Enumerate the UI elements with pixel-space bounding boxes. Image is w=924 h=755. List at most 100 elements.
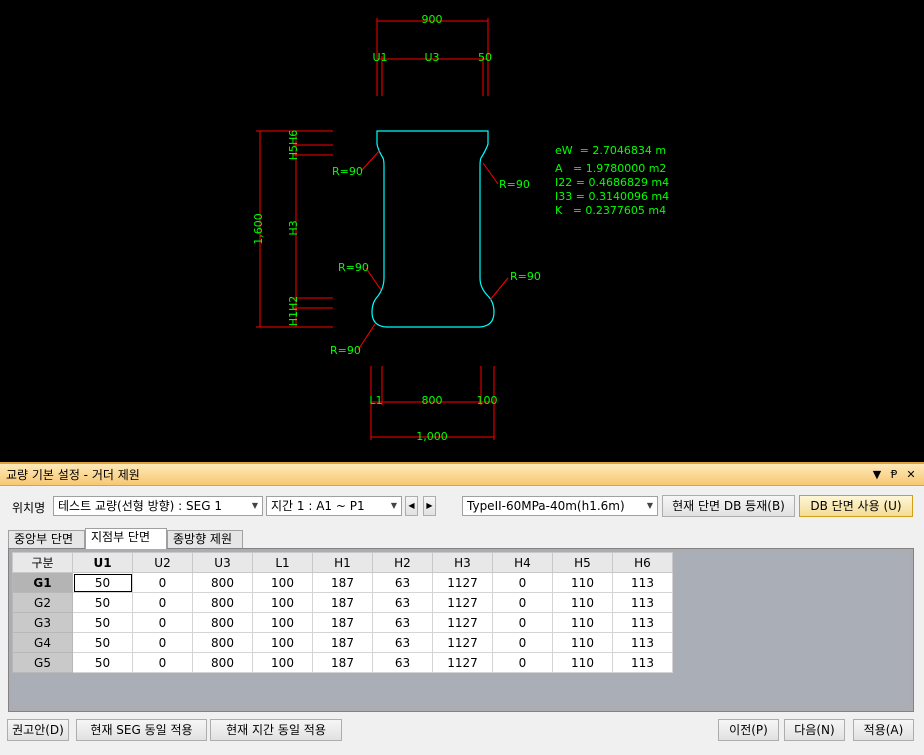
panel-titlebar[interactable]: 교량 기본 설정 - 거더 제원 ▼ Ᵽ ✕ (0, 464, 924, 486)
top-mid-label: U3 (424, 51, 439, 64)
table-cell[interactable]: 50 (72, 572, 133, 593)
table-cell[interactable]: 100 (252, 652, 313, 673)
table-cell[interactable]: 110 (552, 632, 613, 653)
table-cell[interactable]: 113 (612, 572, 673, 593)
location-label: 위치명 (12, 501, 46, 515)
table-cell[interactable]: 1127 (432, 572, 493, 593)
table-cell[interactable]: 187 (312, 652, 373, 673)
table-cell[interactable]: 187 (312, 572, 373, 593)
table-cell[interactable]: 1127 (432, 632, 493, 653)
table-cell[interactable]: 100 (252, 572, 313, 593)
row-header[interactable]: G4 (12, 632, 73, 653)
prev-button[interactable]: 이전(P) (718, 719, 779, 741)
recommend-button[interactable]: 권고안(D) (7, 719, 69, 741)
apply-seg-button[interactable]: 현재 SEG 동일 적용 (76, 719, 207, 741)
tab-center-section[interactable]: 중앙부 단면 (8, 530, 85, 548)
table-cell[interactable]: 113 (612, 612, 673, 633)
table-cell[interactable]: 187 (312, 612, 373, 633)
column-header[interactable]: 구분 (12, 552, 73, 573)
column-header[interactable]: U3 (192, 552, 253, 573)
girder-section-drawing: 900 U1 U3 50 1,600 H5H6 H3 H1H2 R=90 R=9… (252, 13, 669, 443)
table-cell[interactable]: 0 (492, 632, 553, 653)
bottom-left-label: L1 (369, 394, 382, 407)
table-cell[interactable]: 0 (492, 612, 553, 633)
table-cell[interactable]: 0 (132, 612, 193, 633)
tab-support-section[interactable]: 지점부 단면 (85, 528, 167, 549)
table-cell[interactable]: 63 (372, 592, 433, 613)
table-cell[interactable]: 800 (192, 572, 253, 593)
column-header[interactable]: U1 (72, 552, 133, 573)
table-cell[interactable]: 800 (192, 632, 253, 653)
table-cell[interactable]: 187 (312, 592, 373, 613)
bottom-width-label: 1,000 (416, 430, 448, 443)
row-header[interactable]: G5 (12, 652, 73, 673)
location-select[interactable]: 테스트 교량(선형 방향) : SEG 1 ▼ (53, 496, 263, 516)
apply-span-button[interactable]: 현재 지간 동일 적용 (210, 719, 342, 741)
table-cell[interactable]: 110 (552, 572, 613, 593)
table-cell[interactable]: 800 (192, 592, 253, 613)
girder-settings-panel: 교량 기본 설정 - 거더 제원 ▼ Ᵽ ✕ 위치명 테스트 교량(선형 방향)… (0, 462, 924, 755)
table-cell[interactable]: 0 (132, 632, 193, 653)
table-cell[interactable]: 50 (72, 632, 133, 653)
column-header[interactable]: H6 (612, 552, 673, 573)
table-cell[interactable]: 0 (492, 652, 553, 673)
section-drawing-canvas[interactable]: 900 U1 U3 50 1,600 H5H6 H3 H1H2 R=90 R=9… (0, 0, 924, 462)
row-header[interactable]: G3 (12, 612, 73, 633)
table-cell[interactable]: 113 (612, 632, 673, 653)
lower-h-labels: H1H2 (287, 296, 300, 327)
chevron-down-icon: ▼ (390, 501, 398, 510)
action-bar: 권고안(D) 현재 SEG 동일 적용 현재 지간 동일 적용 이전(P) 다음… (0, 719, 924, 743)
table-cell[interactable]: 63 (372, 652, 433, 673)
tab-longitudinal[interactable]: 종방향 제원 (167, 530, 243, 548)
table-cell[interactable]: 113 (612, 592, 673, 613)
table-cell[interactable]: 110 (552, 652, 613, 673)
table-cell[interactable]: 1127 (432, 612, 493, 633)
column-header[interactable]: L1 (252, 552, 313, 573)
db-use-button[interactable]: DB 단면 사용 (U) (799, 495, 913, 517)
span-next-button[interactable]: ▶ (423, 496, 436, 516)
column-header[interactable]: H2 (372, 552, 433, 573)
table-cell[interactable]: 50 (72, 652, 133, 673)
table-cell[interactable]: 0 (492, 572, 553, 593)
table-cell[interactable]: 100 (252, 592, 313, 613)
table-cell[interactable]: 187 (312, 632, 373, 653)
table-cell[interactable]: 1127 (432, 652, 493, 673)
table-cell[interactable]: 800 (192, 612, 253, 633)
table-cell[interactable]: 100 (252, 612, 313, 633)
table-cell[interactable]: 50 (72, 612, 133, 633)
table-cell[interactable]: 110 (552, 592, 613, 613)
table-cell[interactable]: 0 (492, 592, 553, 613)
next-button[interactable]: 다음(N) (784, 719, 845, 741)
table-cell[interactable]: 0 (132, 652, 193, 673)
column-header[interactable]: H4 (492, 552, 553, 573)
apply-button[interactable]: 적용(A) (853, 719, 914, 741)
table-cell[interactable]: 113 (612, 652, 673, 673)
radius-label-2: R=90 (499, 178, 530, 191)
table-cell[interactable]: 50 (72, 592, 133, 613)
dropdown-icon[interactable]: ▼ (870, 468, 884, 481)
table-cell[interactable]: 100 (252, 632, 313, 653)
table-cell[interactable]: 63 (372, 612, 433, 633)
table-cell[interactable]: 1127 (432, 592, 493, 613)
column-header[interactable]: H3 (432, 552, 493, 573)
row-header[interactable]: G1 (12, 572, 73, 593)
span-select[interactable]: 지간 1 : A1 ~ P1 ▼ (266, 496, 402, 516)
section-type-value: TypeII-60MPa-40m(h1.6m) (467, 499, 625, 513)
span-prev-button[interactable]: ◀ (405, 496, 418, 516)
column-header[interactable]: H1 (312, 552, 373, 573)
table-cell[interactable]: 63 (372, 632, 433, 653)
column-header[interactable]: H5 (552, 552, 613, 573)
pin-icon[interactable]: Ᵽ (887, 468, 901, 481)
top-left-label: U1 (372, 51, 387, 64)
column-header[interactable]: U2 (132, 552, 193, 573)
table-row: G3 50 0 800 100 187 63 1127 0 110 113 (12, 612, 673, 633)
table-cell[interactable]: 0 (132, 572, 193, 593)
row-header[interactable]: G2 (12, 592, 73, 613)
table-cell[interactable]: 0 (132, 592, 193, 613)
table-cell[interactable]: 800 (192, 652, 253, 673)
close-icon[interactable]: ✕ (904, 468, 918, 481)
section-type-select[interactable]: TypeII-60MPa-40m(h1.6m) ▼ (462, 496, 658, 516)
db-register-button[interactable]: 현재 단면 DB 등재(B) (662, 495, 795, 517)
table-cell[interactable]: 63 (372, 572, 433, 593)
table-cell[interactable]: 110 (552, 612, 613, 633)
